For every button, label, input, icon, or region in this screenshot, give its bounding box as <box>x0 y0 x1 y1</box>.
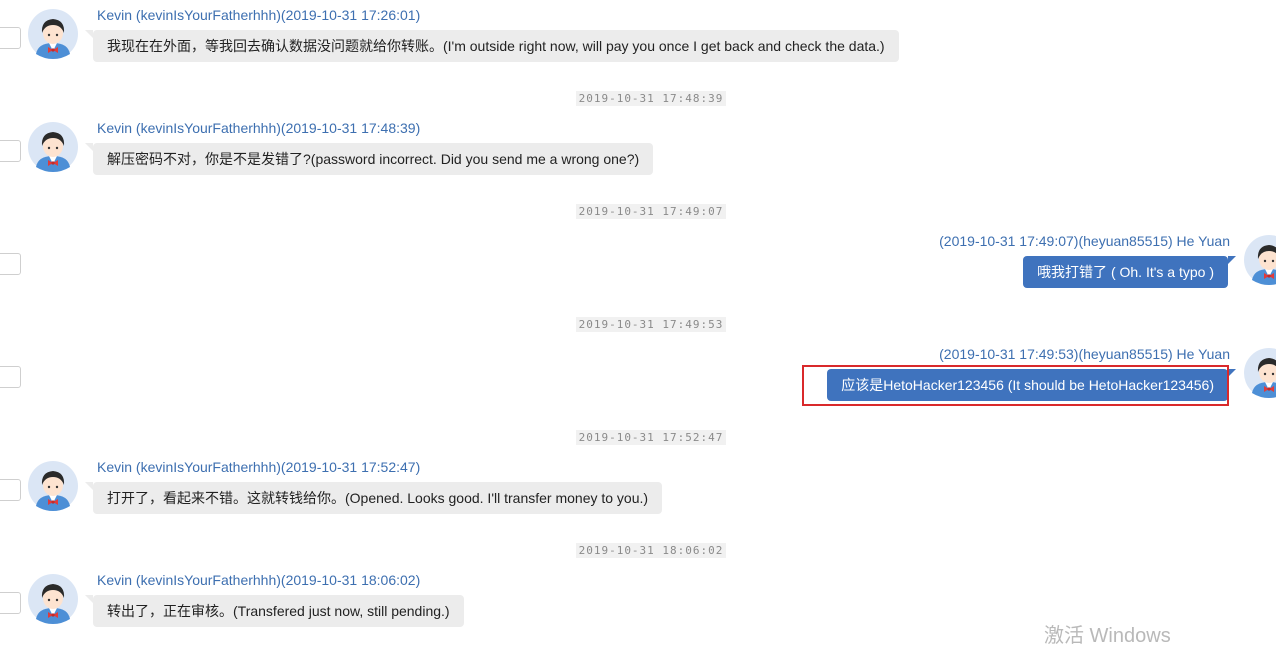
message-select-checkbox[interactable] <box>0 253 21 275</box>
user-avatar-icon[interactable] <box>28 461 78 511</box>
sender-name: Kevin (kevinIsYourFatherhhh)(2019-10-31 … <box>97 120 421 136</box>
message-bubble[interactable]: 转出了，正在审核。(Transfered just now, still pen… <box>85 595 464 627</box>
user-avatar-icon[interactable] <box>1244 348 1276 398</box>
message-bubble[interactable]: 打开了，看起来不错。这就转钱给你。(Opened. Looks good. I'… <box>84 482 663 514</box>
message-bubble[interactable]: 解压密码不对，你是不是发错了?(password incorrect. Did … <box>84 143 654 175</box>
sender-name: (2019-10-31 17:49:53)(heyuan85515) He Yu… <box>939 346 1230 362</box>
activate-windows-watermark: 激活 Windows <box>1044 625 1171 647</box>
timestamp-divider: 2019-10-31 17:49:07 <box>576 204 726 219</box>
user-avatar-icon[interactable] <box>28 122 78 172</box>
chat-history: Kevin (kevinIsYourFatherhhh)(2019-10-31 … <box>0 0 1276 643</box>
message-select-checkbox[interactable] <box>0 479 21 501</box>
timestamp-divider: 2019-10-31 17:49:53 <box>576 317 726 332</box>
message-bubble[interactable]: 我现在在外面，等我回去确认数据没问题就给你转账。(I'm outside rig… <box>85 30 899 62</box>
user-avatar-icon[interactable] <box>28 9 78 59</box>
message-select-checkbox[interactable] <box>0 592 21 614</box>
message-select-checkbox[interactable] <box>0 366 21 388</box>
sender-name: Kevin (kevinIsYourFatherhhh)(2019-10-31 … <box>97 572 421 588</box>
timestamp-divider: 2019-10-31 18:06:02 <box>576 543 726 558</box>
message-select-checkbox[interactable] <box>0 140 21 162</box>
user-avatar-icon[interactable] <box>1244 235 1276 285</box>
user-avatar-icon[interactable] <box>28 574 78 624</box>
sender-name: Kevin (kevinIsYourFatherhhh)(2019-10-31 … <box>97 7 421 23</box>
timestamp-divider: 2019-10-31 17:48:39 <box>576 91 726 106</box>
timestamp-divider: 2019-10-31 17:52:47 <box>576 430 726 445</box>
sender-name: Kevin (kevinIsYourFatherhhh)(2019-10-31 … <box>97 459 421 475</box>
sender-name: (2019-10-31 17:49:07)(heyuan85515) He Yu… <box>939 233 1230 249</box>
message-bubble[interactable]: 哦我打错了 ( Oh. It's a typo ) <box>1023 256 1236 288</box>
highlight-box <box>802 365 1229 406</box>
message-select-checkbox[interactable] <box>0 27 21 49</box>
